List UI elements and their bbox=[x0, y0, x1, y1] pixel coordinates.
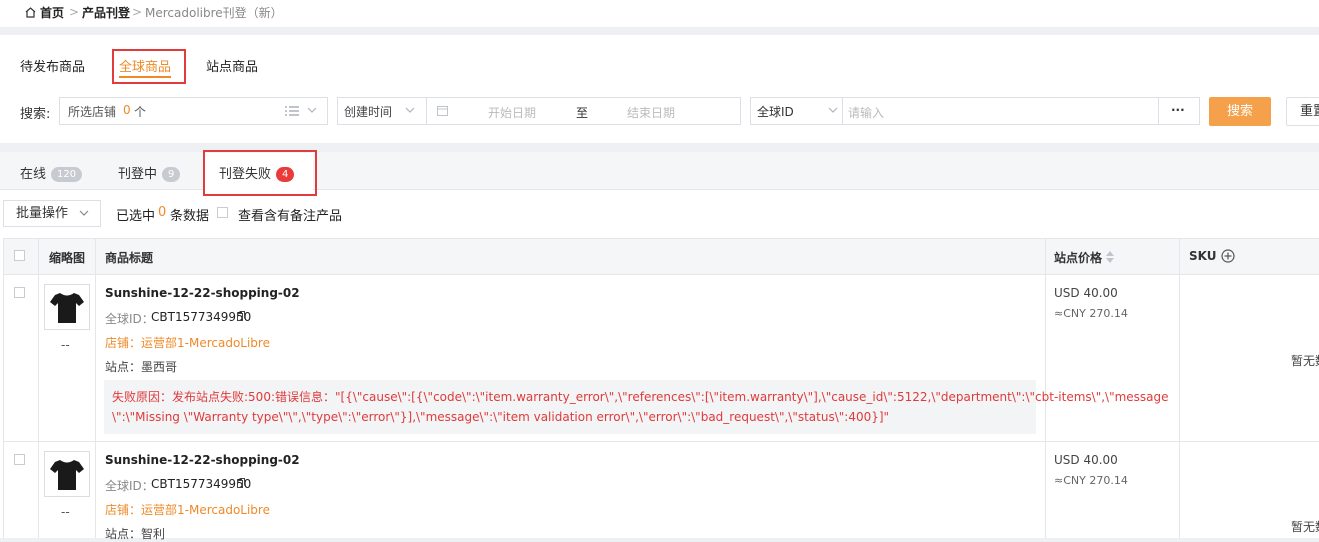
row-checkbox[interactable] bbox=[14, 454, 25, 465]
price-cny: ≈CNY 270.14 bbox=[1054, 307, 1128, 320]
status-tabs-bar bbox=[0, 152, 1319, 190]
copy-icon[interactable] bbox=[237, 478, 245, 488]
remark-filter-label: 查看含有备注产品 bbox=[238, 209, 343, 224]
tab-online[interactable]: 在线 120 bbox=[20, 163, 83, 182]
search-input[interactable] bbox=[842, 97, 1159, 125]
home-icon[interactable] bbox=[25, 7, 36, 18]
price-usd: USD 40.00 bbox=[1054, 286, 1118, 300]
product-title[interactable]: Sunshine-12-22-shopping-02 bbox=[105, 453, 300, 467]
more-icon: ··· bbox=[1171, 103, 1185, 117]
end-date-input[interactable]: 结束日期 bbox=[627, 104, 675, 121]
remark-filter-checkbox[interactable] bbox=[217, 207, 228, 218]
error-message-line: 失败原因：发布站点失败:500:错误信息："[{\"cause\":[{\"co… bbox=[112, 390, 1169, 404]
calendar-icon bbox=[437, 106, 448, 116]
store-name: 店铺：运营部1-MercadoLibre bbox=[105, 503, 270, 517]
chevron-down-icon bbox=[79, 210, 89, 216]
tab-global-products[interactable]: 全球商品 bbox=[119, 56, 171, 75]
thumbnail-note: -- bbox=[61, 505, 70, 519]
tshirt-icon bbox=[50, 460, 84, 490]
store-name: 店铺：运营部1-MercadoLibre bbox=[105, 336, 270, 350]
select-all-checkbox[interactable] bbox=[14, 250, 25, 261]
table-header bbox=[3, 238, 1319, 275]
product-thumbnail[interactable] bbox=[44, 451, 90, 497]
store-count: 0 bbox=[123, 103, 131, 117]
reset-button[interactable]: 重置 bbox=[1286, 97, 1319, 126]
id-type-label: 全球ID bbox=[757, 105, 794, 119]
store-count-unit: 个 bbox=[134, 105, 147, 119]
list-icon bbox=[285, 106, 299, 116]
store-select-label: 所选店铺 bbox=[68, 105, 117, 119]
search-button[interactable]: 搜索 bbox=[1209, 97, 1271, 126]
breadcrumb-current: Mercadolibre刊登（新） bbox=[145, 6, 283, 20]
breadcrumb-section[interactable]: 产品刊登 bbox=[82, 5, 130, 21]
date-range-separator: 至 bbox=[576, 106, 589, 120]
column-thumbnail: 缩略图 bbox=[49, 251, 86, 265]
row-checkbox[interactable] bbox=[14, 287, 25, 298]
price-cny: ≈CNY 270.14 bbox=[1054, 474, 1128, 487]
count-badge: 4 bbox=[276, 167, 295, 182]
column-price[interactable]: 站点价格 bbox=[1054, 249, 1102, 266]
sku-empty-note: 暂无数 bbox=[1291, 520, 1319, 534]
tab-publish-failed[interactable]: 刊登失败 4 bbox=[219, 163, 295, 182]
column-sku: SKU bbox=[1189, 249, 1217, 263]
tab-pending[interactable]: 待发布商品 bbox=[20, 56, 85, 75]
selected-count: 0 bbox=[158, 205, 167, 220]
site-name: 站点：智利 bbox=[105, 527, 166, 541]
product-thumbnail[interactable] bbox=[44, 284, 90, 330]
thumbnail-note: -- bbox=[61, 338, 70, 352]
breadcrumb-home[interactable]: 首页 bbox=[40, 5, 64, 21]
tshirt-icon bbox=[50, 293, 84, 323]
tab-publishing[interactable]: 刊登中 9 bbox=[118, 163, 181, 182]
tab-site-products[interactable]: 站点商品 bbox=[206, 56, 258, 75]
selected-prefix: 已选中 bbox=[116, 209, 156, 224]
time-type-label: 创建时间 bbox=[344, 105, 393, 119]
site-name: 站点：墨西哥 bbox=[105, 360, 178, 374]
chevron-down-icon bbox=[405, 107, 415, 113]
start-date-input[interactable]: 开始日期 bbox=[488, 104, 536, 121]
add-circle-icon[interactable] bbox=[1221, 249, 1235, 263]
product-title[interactable]: Sunshine-12-22-shopping-02 bbox=[105, 286, 300, 300]
sort-icon[interactable] bbox=[1106, 251, 1114, 263]
breadcrumb-separator: > bbox=[69, 5, 80, 19]
global-id-label: 全球ID： bbox=[105, 479, 154, 493]
count-badge: 120 bbox=[51, 167, 83, 182]
breadcrumb-separator: > bbox=[132, 5, 143, 19]
column-title: 商品标题 bbox=[105, 251, 154, 265]
chevron-down-icon bbox=[828, 107, 838, 113]
global-id-label: 全球ID： bbox=[105, 312, 154, 326]
filter-panel bbox=[0, 35, 1319, 143]
copy-icon[interactable] bbox=[237, 311, 245, 321]
active-tab-underline bbox=[119, 76, 171, 78]
chevron-down-icon bbox=[307, 107, 317, 113]
sku-empty-note: 暂无数 bbox=[1291, 354, 1319, 368]
error-message-line: \":\"Missing \"Warranty type\"\",\"type\… bbox=[112, 410, 890, 424]
search-label: 搜索: bbox=[20, 107, 51, 122]
selected-suffix: 条数据 bbox=[170, 209, 210, 224]
count-badge: 9 bbox=[162, 167, 181, 182]
price-usd: USD 40.00 bbox=[1054, 453, 1118, 467]
error-message-box: 失败原因：发布站点失败:500:错误信息："[{\"cause\":[{\"co… bbox=[104, 380, 1169, 434]
search-input-placeholder: 请输入 bbox=[848, 106, 885, 120]
